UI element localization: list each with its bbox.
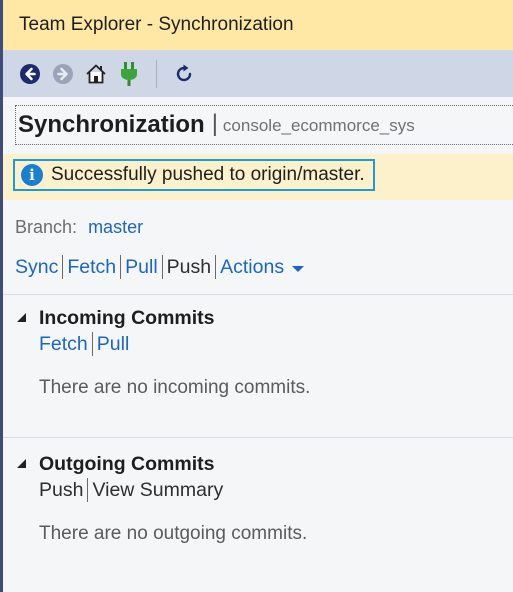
outgoing-commits-header[interactable]: Outgoing Commits bbox=[15, 451, 513, 477]
link-separator bbox=[91, 332, 93, 356]
page-header[interactable]: Synchronization | console_ecommorce_sys bbox=[15, 105, 513, 145]
outgoing-empty-message: There are no outgoing commits. bbox=[39, 523, 308, 544]
sync-link[interactable]: Sync bbox=[15, 256, 58, 279]
collapse-triangle-icon[interactable] bbox=[17, 458, 26, 468]
connect-button[interactable] bbox=[117, 61, 141, 87]
outgoing-commits-section: Outgoing Commits Push View Summary There… bbox=[15, 438, 513, 545]
back-button[interactable] bbox=[18, 61, 42, 87]
incoming-pull-link[interactable]: Pull bbox=[97, 333, 130, 356]
link-separator bbox=[120, 255, 122, 279]
forward-button[interactable] bbox=[51, 61, 75, 87]
actions-dropdown[interactable]: Actions bbox=[220, 256, 284, 279]
refresh-icon bbox=[176, 64, 192, 81]
home-icon bbox=[86, 64, 106, 83]
branch-row: Branch: master bbox=[15, 200, 513, 243]
link-separator bbox=[62, 255, 64, 279]
toolbar-separator bbox=[156, 59, 157, 88]
outgoing-links: Push View Summary bbox=[15, 477, 513, 503]
page-title: Synchronization bbox=[18, 111, 205, 138]
back-icon bbox=[20, 63, 40, 84]
branch-link[interactable]: master bbox=[88, 217, 143, 237]
notification-banner: i Successfully pushed to origin/master. bbox=[3, 154, 513, 200]
refresh-button[interactable] bbox=[172, 61, 196, 87]
push-link-disabled: Push bbox=[166, 255, 212, 278]
spacer bbox=[3, 145, 513, 154]
incoming-commits-section: Incoming Commits Fetch Pull There are no… bbox=[15, 295, 513, 405]
toolbar bbox=[3, 50, 513, 97]
chevron-down-icon[interactable] bbox=[292, 266, 305, 272]
incoming-commits-title: Incoming Commits bbox=[39, 306, 215, 329]
incoming-links: Fetch Pull bbox=[15, 331, 513, 357]
collapse-triangle-icon[interactable] bbox=[17, 312, 26, 322]
link-separator bbox=[161, 255, 163, 279]
spacer bbox=[3, 97, 513, 105]
connect-icon bbox=[121, 61, 137, 86]
incoming-fetch-link[interactable]: Fetch bbox=[39, 333, 88, 356]
notification-message-box: i Successfully pushed to origin/master. bbox=[13, 159, 375, 191]
notification-text: Successfully pushed to origin/master. bbox=[51, 164, 365, 185]
team-explorer-window: Team Explorer - Synchronization Synchron… bbox=[0, 0, 513, 592]
link-separator bbox=[87, 478, 89, 502]
outgoing-push-link-disabled: Push bbox=[39, 478, 84, 501]
repository-name: console_ecommorce_sys bbox=[222, 116, 415, 135]
link-separator bbox=[215, 255, 217, 279]
fetch-link[interactable]: Fetch bbox=[67, 256, 116, 279]
pull-link[interactable]: Pull bbox=[125, 256, 158, 279]
branch-label: Branch: bbox=[15, 217, 78, 237]
incoming-commits-header[interactable]: Incoming Commits bbox=[15, 305, 513, 331]
sync-actions: Sync Fetch Pull Push Actions bbox=[15, 254, 513, 280]
header-separator: | bbox=[211, 110, 218, 137]
forward-icon bbox=[53, 63, 73, 84]
info-icon: i bbox=[21, 164, 43, 186]
outgoing-commits-title: Outgoing Commits bbox=[39, 452, 215, 475]
window-title: Team Explorer - Synchronization bbox=[19, 14, 294, 35]
window-title-bar: Team Explorer - Synchronization bbox=[3, 0, 513, 50]
incoming-empty-message: There are no incoming commits. bbox=[39, 377, 311, 398]
sync-content: Branch: master Sync Fetch Pull Push Acti… bbox=[3, 200, 513, 545]
view-summary-link-disabled: View Summary bbox=[92, 478, 224, 501]
home-button[interactable] bbox=[84, 61, 108, 87]
